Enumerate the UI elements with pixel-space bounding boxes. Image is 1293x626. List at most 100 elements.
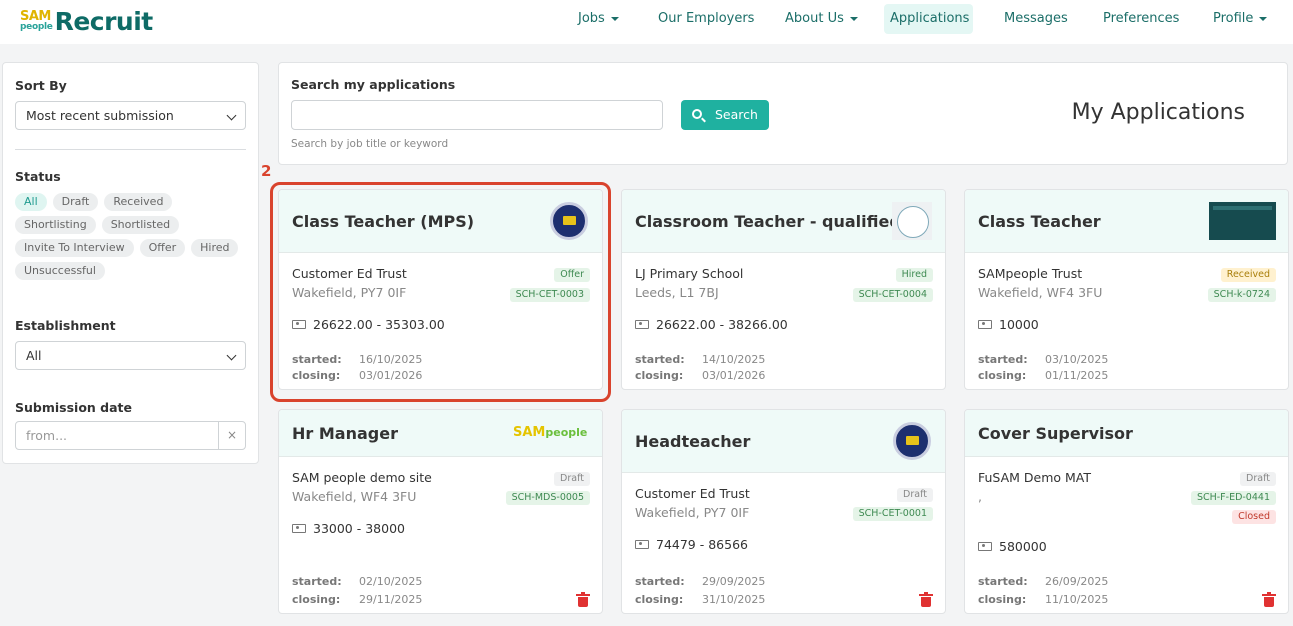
clear-date-button[interactable]: × [218, 422, 245, 449]
search-panel: Search my applications Search Search by … [278, 62, 1288, 165]
closing-date: 11/10/2025 [1045, 593, 1109, 606]
money-icon [292, 524, 306, 533]
employer-logo [1209, 202, 1276, 240]
card-header: Cover Supervisor [965, 410, 1288, 457]
sort-by-label: Sort By [15, 78, 67, 93]
application-card-headteacher[interactable]: Headteacher Customer Ed Trust Wakefield,… [621, 409, 946, 614]
nav-preferences-label: Preferences [1103, 11, 1180, 26]
nav-about-us-label: About Us [785, 11, 844, 26]
card-title[interactable]: Headteacher [635, 432, 750, 451]
annotation-number: 2 [261, 162, 272, 180]
nav-jobs-label: Jobs [578, 11, 605, 26]
submission-date-input[interactable]: from... × [15, 421, 246, 450]
page-title: My Applications [1071, 100, 1245, 125]
card-title[interactable]: Class Teacher [978, 212, 1101, 231]
closing-label: closing: [292, 593, 341, 606]
logo-people: people [545, 426, 588, 439]
card-employer: SAMpeople Trust [978, 266, 1083, 281]
card-title[interactable]: Cover Supervisor [978, 424, 1133, 443]
divider [15, 149, 246, 150]
started-label: started: [978, 575, 1028, 588]
submission-date-placeholder: from... [26, 428, 68, 443]
delete-trash-icon[interactable] [919, 592, 933, 607]
status-chip-unsuccessful[interactable]: Unsuccessful [15, 262, 105, 280]
status-chip-invite-to-interview[interactable]: Invite To Interview [15, 239, 134, 257]
card-employer: FuSAM Demo MAT [978, 470, 1092, 485]
money-icon [635, 540, 649, 549]
closing-label: closing: [978, 369, 1027, 382]
sort-by-select[interactable]: Most recent submission [15, 101, 246, 130]
reference-badge: SCH-F-ED-0441 [1190, 491, 1276, 505]
closing-date: 29/11/2025 [359, 593, 423, 606]
started-date: 02/10/2025 [359, 575, 423, 588]
nav-messages[interactable]: Messages [998, 4, 1074, 34]
nav-about-us[interactable]: About Us [779, 4, 864, 34]
establishment-select[interactable]: All [15, 341, 246, 370]
card-location: Wakefield, PY7 0IF [635, 505, 750, 520]
delete-trash-icon[interactable] [1262, 592, 1276, 607]
submission-date-label: Submission date [15, 400, 132, 415]
status-chip-draft[interactable]: Draft [52, 193, 99, 211]
status-chip-all[interactable]: All [15, 193, 47, 211]
caret-down-icon [610, 16, 619, 21]
closing-date: 01/11/2025 [1045, 369, 1109, 382]
card-salary-value: 33000 - 38000 [313, 521, 405, 536]
status-chip-hired[interactable]: Hired [191, 239, 239, 257]
search-button[interactable]: Search [681, 100, 769, 130]
status-chip-shortlisted[interactable]: Shortlisted [101, 216, 180, 234]
establishment-value: All [26, 348, 42, 363]
money-icon [978, 542, 992, 551]
status-chip-group: All Draft Received Shortlisting Shortlis… [15, 193, 250, 280]
status-chip-offer[interactable]: Offer [139, 239, 186, 257]
closing-label: closing: [635, 593, 684, 606]
site-logo[interactable]: SAM people Recruit [20, 6, 153, 36]
nav-our-employers[interactable]: Our Employers [652, 4, 760, 34]
filter-sidebar: Sort By Most recent submission Status Al… [2, 62, 259, 464]
search-input[interactable] [291, 100, 663, 130]
closing-label: closing: [978, 593, 1027, 606]
search-label: Search my applications [291, 77, 456, 92]
card-salary-value: 580000 [999, 539, 1047, 554]
reference-badge: SCH-k-0724 [1207, 288, 1276, 302]
chevron-down-icon [226, 350, 237, 361]
nav-preferences[interactable]: Preferences [1097, 4, 1185, 34]
status-badge: Received [1220, 268, 1276, 282]
nav-applications[interactable]: Applications [884, 4, 973, 34]
started-date: 26/09/2025 [1045, 575, 1109, 588]
reference-badge: SCH-CET-0004 [852, 288, 933, 302]
started-date: 29/09/2025 [702, 575, 766, 588]
card-salary: 26622.00 - 38266.00 [635, 317, 788, 332]
status-chip-received[interactable]: Received [104, 193, 173, 211]
application-card-hr-manager[interactable]: Hr Manager SAMpeople SAM people demo sit… [278, 409, 603, 614]
reference-badge: SCH-CET-0001 [852, 507, 933, 521]
employer-logo [892, 202, 932, 240]
nav-profile-label: Profile [1213, 11, 1254, 26]
application-card-cover-supervisor[interactable]: Cover Supervisor FuSAM Demo MAT , Draft … [964, 409, 1289, 614]
search-icon [692, 109, 702, 119]
card-employer: Customer Ed Trust [635, 486, 750, 501]
status-badge: Hired [895, 268, 933, 282]
nav-messages-label: Messages [1004, 11, 1068, 26]
application-card-classroom-teacher[interactable]: Classroom Teacher - qualified LJ Primary… [621, 189, 946, 390]
status-badge: Draft [897, 488, 933, 502]
closing-date: 31/10/2025 [702, 593, 766, 606]
status-chip-shortlisting[interactable]: Shortlisting [15, 216, 96, 234]
navbar: SAM people Recruit Jobs Our Employers Ab… [0, 0, 1293, 44]
nav-profile[interactable]: Profile [1207, 4, 1273, 34]
card-salary-value: 10000 [999, 317, 1039, 332]
establishment-label: Establishment [15, 318, 116, 333]
employer-logo [893, 422, 931, 460]
card-salary: 10000 [978, 317, 1039, 332]
started-label: started: [635, 575, 685, 588]
caret-down-icon [1259, 16, 1268, 21]
card-title[interactable]: Classroom Teacher - qualified [635, 212, 901, 231]
application-card-class-teacher[interactable]: Class Teacher SAMpeople Trust Wakefield,… [964, 189, 1289, 390]
card-header: Class Teacher [965, 190, 1288, 253]
card-location: Leeds, L1 7BJ [635, 285, 719, 300]
logo-people: people [20, 22, 53, 32]
status-badge: Draft [1240, 472, 1276, 486]
card-title[interactable]: Hr Manager [292, 424, 398, 443]
delete-trash-icon[interactable] [576, 592, 590, 607]
card-header: Classroom Teacher - qualified [622, 190, 945, 253]
nav-jobs[interactable]: Jobs [572, 4, 625, 34]
